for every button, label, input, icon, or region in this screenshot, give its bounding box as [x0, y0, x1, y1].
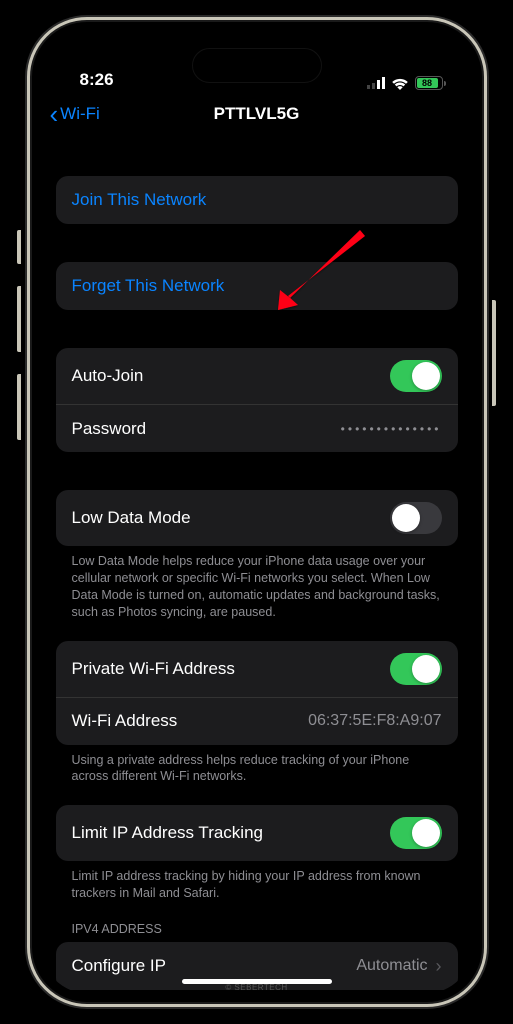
limit-ip-label: Limit IP Address Tracking	[72, 823, 264, 843]
wifi-icon	[391, 77, 409, 90]
configure-ip-value: Automatic	[356, 957, 427, 975]
forget-network-button[interactable]: Forget This Network	[56, 262, 458, 310]
chevron-right-icon: ›	[436, 956, 442, 977]
status-time: 8:26	[80, 70, 114, 90]
low-data-toggle[interactable]	[390, 502, 442, 534]
limit-ip-row: Limit IP Address Tracking	[56, 805, 458, 861]
private-wifi-row: Private Wi-Fi Address	[56, 641, 458, 697]
ipv4-header: IPV4 ADDRESS	[56, 902, 458, 942]
wifi-address-label: Wi-Fi Address	[72, 711, 178, 731]
limit-ip-toggle[interactable]	[390, 817, 442, 849]
auto-join-row: Auto-Join	[56, 348, 458, 404]
volume-up-button	[17, 286, 21, 352]
status-icons: 88	[367, 76, 446, 90]
back-label: Wi-Fi	[60, 104, 100, 124]
auto-join-label: Auto-Join	[72, 366, 144, 386]
private-wifi-footer: Using a private address helps reduce tra…	[56, 745, 458, 786]
volume-down-button	[17, 374, 21, 440]
watermark: © SEBERTECH	[225, 983, 287, 992]
battery-percent: 88	[417, 78, 438, 88]
low-data-row: Low Data Mode	[56, 490, 458, 546]
auto-join-toggle[interactable]	[390, 360, 442, 392]
forget-network-label: Forget This Network	[72, 276, 225, 296]
settings-content[interactable]: Join This Network Forget This Network Au…	[40, 138, 474, 994]
screen: 8:26 88 ‹ Wi-Fi PTTLVL5G	[40, 30, 474, 994]
group-autojoin: Auto-Join Password ••••••••••••••	[56, 348, 458, 452]
low-data-footer: Low Data Mode helps reduce your iPhone d…	[56, 546, 458, 621]
configure-ip-label: Configure IP	[72, 956, 167, 976]
chevron-left-icon: ‹	[50, 101, 59, 127]
silent-switch	[17, 230, 21, 264]
limit-ip-footer: Limit IP address tracking by hiding your…	[56, 861, 458, 902]
group-private-wifi: Private Wi-Fi Address Wi-Fi Address 06:3…	[56, 641, 458, 745]
join-network-label: Join This Network	[72, 190, 207, 210]
wifi-address-value: 06:37:5E:F8:A9:07	[308, 712, 441, 730]
private-wifi-toggle[interactable]	[390, 653, 442, 685]
dynamic-island	[192, 48, 322, 83]
join-network-button[interactable]: Join This Network	[56, 176, 458, 224]
nav-bar: ‹ Wi-Fi PTTLVL5G	[40, 90, 474, 138]
battery-icon: 88	[415, 76, 446, 90]
low-data-label: Low Data Mode	[72, 508, 191, 528]
page-title: PTTLVL5G	[214, 104, 300, 124]
back-button[interactable]: ‹ Wi-Fi	[50, 101, 100, 127]
group-join: Join This Network	[56, 176, 458, 224]
private-wifi-label: Private Wi-Fi Address	[72, 659, 235, 679]
group-limit-ip: Limit IP Address Tracking	[56, 805, 458, 861]
password-value: ••••••••••••••	[341, 422, 442, 436]
wifi-address-row[interactable]: Wi-Fi Address 06:37:5E:F8:A9:07	[56, 697, 458, 745]
password-label: Password	[72, 419, 147, 439]
power-button	[492, 300, 496, 406]
cellular-icon	[367, 77, 385, 89]
phone-frame: 8:26 88 ‹ Wi-Fi PTTLVL5G	[27, 17, 487, 1007]
password-row[interactable]: Password ••••••••••••••	[56, 404, 458, 452]
group-forget: Forget This Network	[56, 262, 458, 310]
group-lowdata: Low Data Mode	[56, 490, 458, 546]
